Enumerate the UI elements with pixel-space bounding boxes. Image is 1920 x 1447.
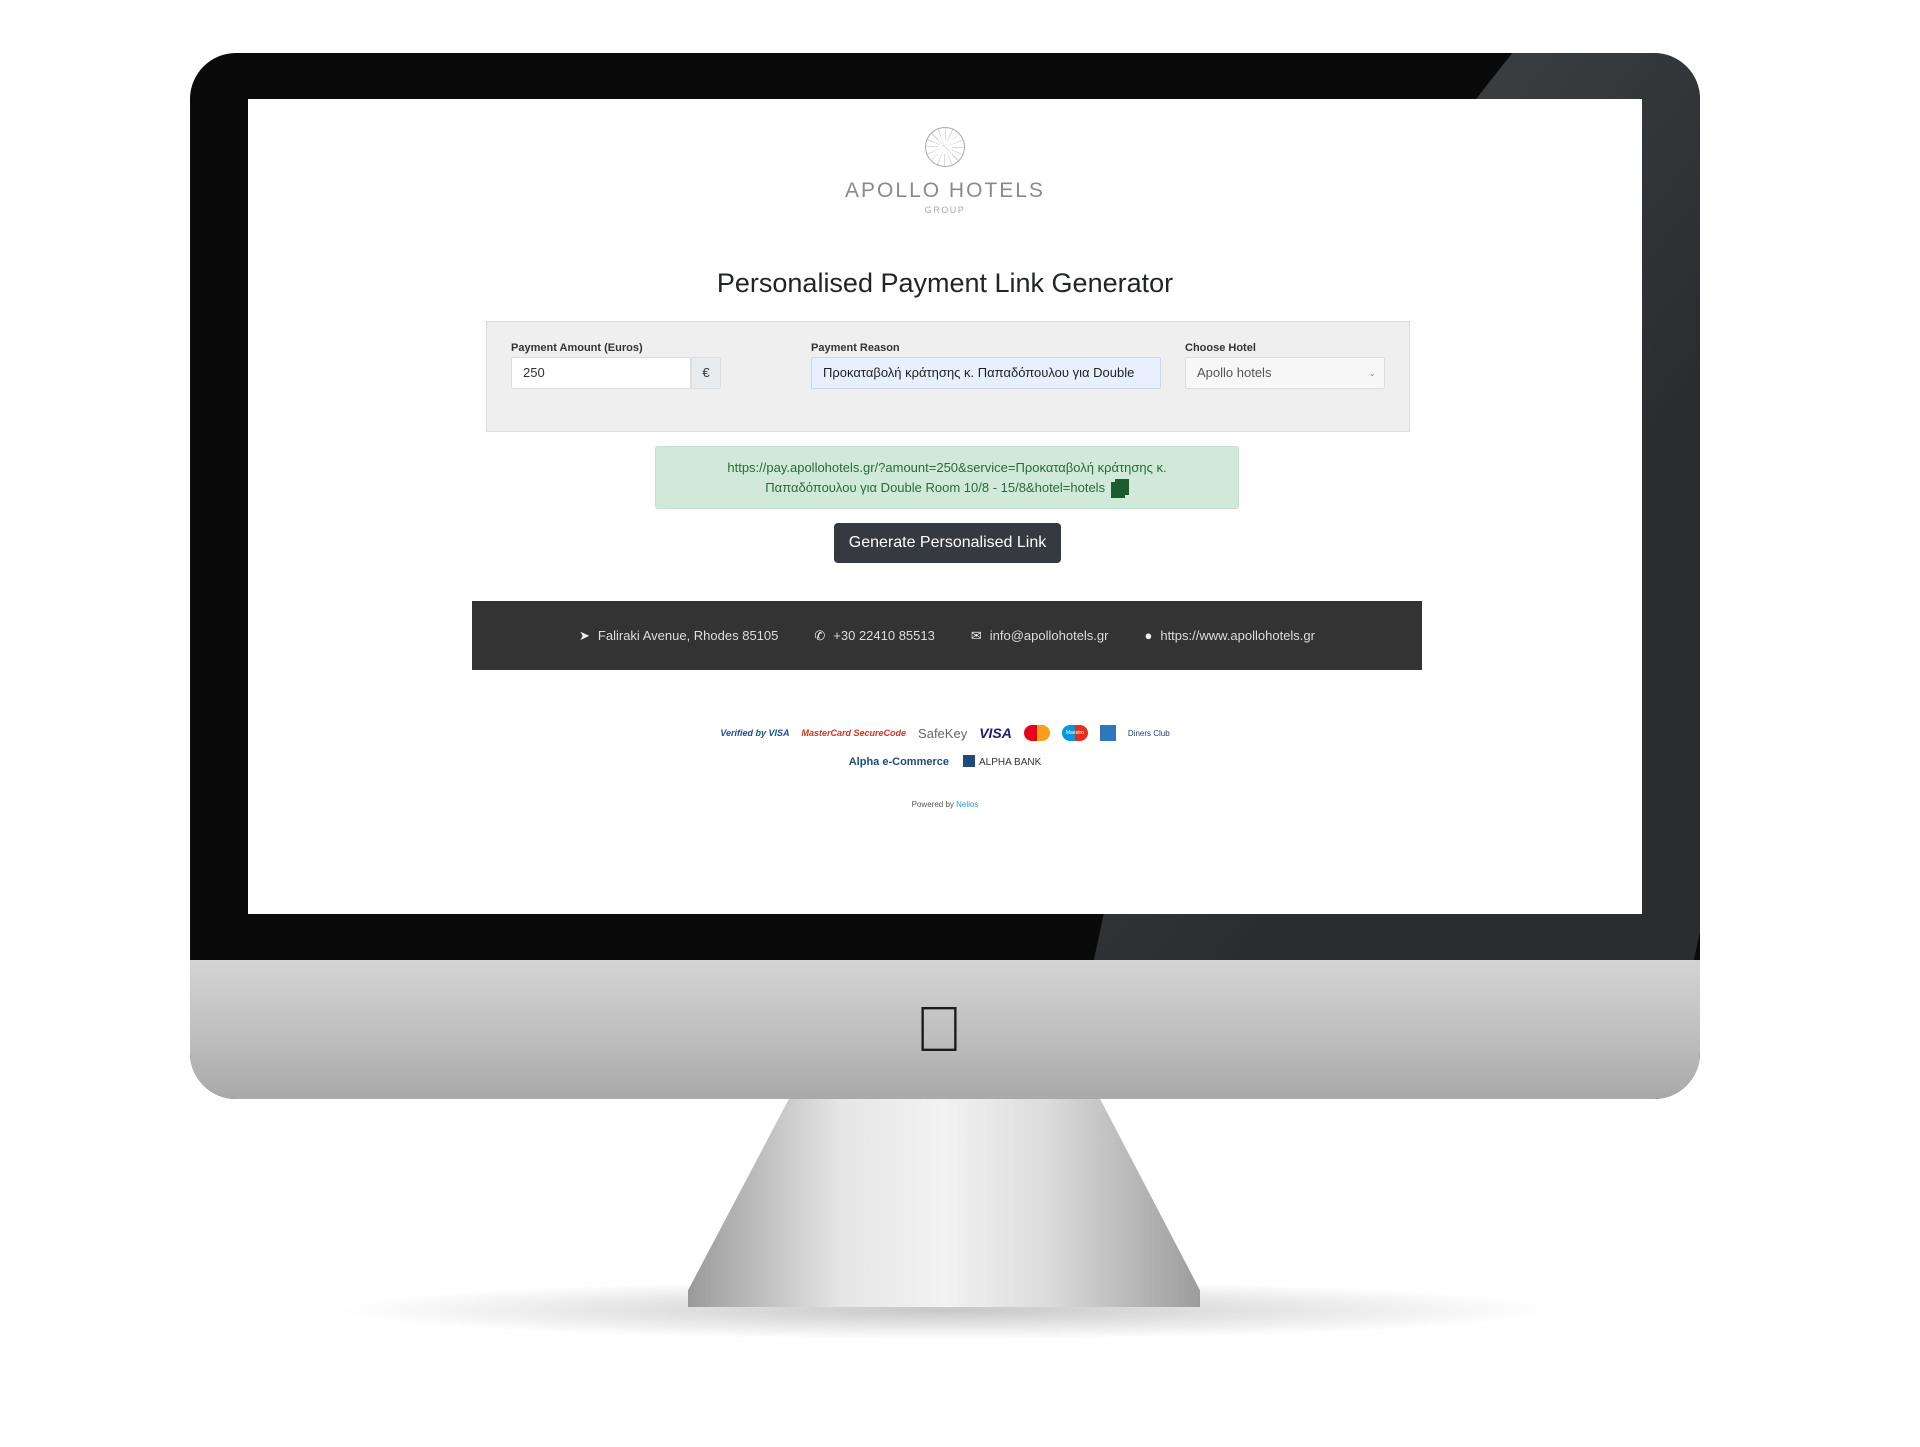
alpha-bank-icon [963,755,975,767]
amount-input[interactable]: 250 [511,357,691,389]
monitor-chin:  [190,960,1700,1099]
footer-address: Faliraki Avenue, Rhodes 85105 [597,627,779,643]
footer-phone[interactable]: +30 22410 85513 [833,628,935,643]
amex-logo [1099,725,1116,741]
payment-card-logos: Verified by VISA MasterCard SecureCode S… [248,725,1642,741]
generated-link-alert: https://pay.apollohotels.gr/?amount=250&… [655,446,1239,509]
logo-name: APOLLO HOTELS [845,179,1045,202]
globe-icon: ● [1144,628,1153,643]
currency-addon: € [691,357,721,389]
alpha-ecommerce-logo: Alpha e-Commerce [848,755,949,768]
apple-logo-icon:  [915,992,963,1066]
nelios-link[interactable]: Nelios [956,800,978,809]
amount-label: Payment Amount (Euros) [511,342,643,354]
chevron-down-icon: ⌄ [1368,368,1376,378]
contact-footer: ➤ Faliraki Avenue, Rhodes 85105 ✆ +30 2241… [472,601,1422,670]
link-line-2[interactable]: Παπαδόπουλου για Double Room 10/8 - 15/8… [765,480,1105,495]
location-arrow-icon: ➤ [579,627,590,643]
generate-link-button[interactable]: Generate Personalised Link [834,523,1061,563]
footer-website[interactable]: https://www.apollohotels.gr [1160,628,1315,643]
phone-icon: ✆ [814,627,826,643]
copy-icon[interactable] [1114,479,1129,495]
powered-by-text: Powered by [911,800,954,809]
browser-screen: APOLLO HOTELS GROUP Personalised Payment… [248,99,1642,914]
reason-label: Payment Reason [811,342,900,354]
page-title: Personalised Payment Link Generator [716,268,1174,298]
mastercard-logo [1023,725,1050,741]
bank-logos: Alpha e-Commerce ALPHA BANK [248,755,1642,768]
hotel-select[interactable]: Apollo hotels ⌄ [1185,357,1385,389]
hotel-label: Choose Hotel [1185,342,1256,354]
powered-by: Powered by Nelios [248,800,1642,809]
hotel-selected: Apollo hotels [1197,365,1272,380]
amex-safekey-logo: SafeKey [918,725,968,741]
visa-logo: VISA [979,725,1012,741]
apollo-hotels-logo: APOLLO HOTELS GROUP [248,127,1642,215]
maestro-logo: Maestro [1061,725,1088,741]
diners-club-logo: Diners Club [1127,728,1170,738]
form-panel: Payment Amount (Euros) 250 € Payment Rea… [486,321,1410,432]
mastercard-securecode-logo: MasterCard SecureCode [801,728,907,738]
verified-by-visa-logo: Verified by VISA [720,728,790,738]
monitor-stand [688,1099,1200,1307]
envelope-icon: ✉ [970,627,982,643]
alpha-bank-logo: ALPHA BANK [979,757,1042,768]
reason-input[interactable]: Προκαταβολή κράτησης κ. Παπαδόπουλου για… [811,357,1161,389]
logo-sub: GROUP [924,205,966,215]
footer-email[interactable]: info@apollohotels.gr [990,628,1109,643]
link-line-1[interactable]: https://pay.apollohotels.gr/?amount=250&… [656,458,1238,478]
sun-wheel-icon [925,127,965,167]
